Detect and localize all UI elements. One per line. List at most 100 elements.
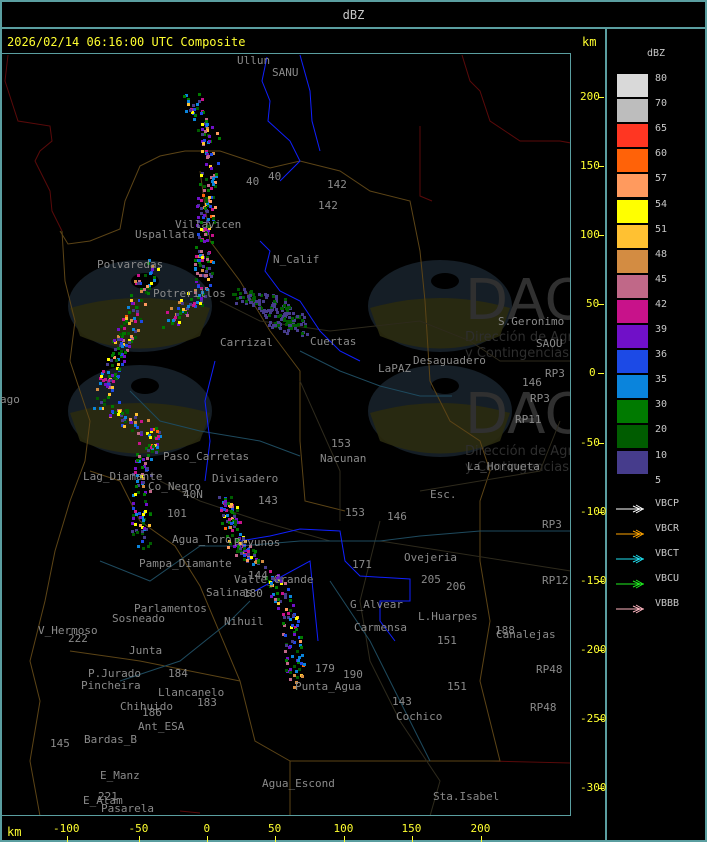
radar-echo [289, 678, 292, 681]
radar-echo [295, 628, 298, 631]
place-label: RP11 [515, 413, 542, 426]
radar-echo [277, 315, 280, 318]
radar-echo [292, 324, 295, 327]
international-border [4, 54, 63, 232]
radar-echo [204, 233, 207, 236]
radar-echo [300, 636, 303, 639]
place-label: RP3 [545, 367, 565, 380]
radar-echo [236, 509, 239, 512]
radar-echo [291, 317, 294, 320]
international-border [419, 126, 433, 202]
place-label: Potrerillos [153, 287, 226, 300]
x-tick-label: 50 [268, 822, 282, 835]
radar-echo [147, 454, 150, 457]
radar-echo [201, 128, 204, 131]
radar-echo [291, 640, 294, 643]
radar-legend-label: VBCU [655, 573, 680, 584]
radar-echo [242, 296, 245, 299]
place-label: 40 [268, 170, 282, 183]
radar-echo [205, 274, 208, 277]
place-label: RP3 [542, 518, 562, 531]
radar-echo [142, 547, 145, 550]
place-label: 183 [197, 696, 217, 709]
radar-echo [228, 518, 231, 521]
radar-echo [119, 333, 122, 336]
radar-echo [134, 493, 137, 496]
radar-echo [211, 208, 214, 211]
radar-echo [120, 325, 123, 328]
radar-echo [140, 320, 143, 323]
radar-echo [196, 301, 199, 304]
radar-echo [264, 310, 267, 313]
radar-echo [193, 302, 196, 305]
radar-echo [207, 189, 210, 192]
radar-echo [117, 347, 120, 350]
arrow-icon [616, 524, 646, 539]
radar-echo [201, 150, 204, 153]
radar-echo [224, 500, 227, 503]
radar-echo [201, 259, 204, 262]
radar-echo [155, 451, 158, 454]
radar-echo [275, 308, 278, 311]
place-label: 206 [446, 580, 466, 593]
radar-echo [127, 306, 130, 309]
watermark-logo [431, 273, 459, 289]
radar-echo [273, 303, 276, 306]
radar-echo [142, 513, 145, 516]
radar-echo [194, 263, 197, 266]
place-label: Nacunan [320, 452, 367, 465]
radar-echo [288, 312, 291, 315]
place-label: Ullun [237, 54, 271, 67]
radar-echo [230, 496, 233, 499]
radar-echo [137, 282, 140, 285]
radar-echo [211, 241, 214, 244]
radar-echo [134, 280, 137, 283]
radar-echo [237, 288, 240, 291]
place-label: Punta_Agua [295, 680, 362, 693]
legend-color-swatch [617, 124, 648, 148]
radar-echo [145, 503, 148, 506]
x-tick-mark [412, 836, 413, 842]
radar-echo [253, 554, 256, 557]
radar-echo [301, 313, 304, 316]
radar-echo [252, 293, 255, 296]
radar-echo [93, 407, 96, 410]
radar-echo [277, 598, 280, 601]
radar-echo [210, 275, 213, 278]
radar-echo [284, 596, 287, 599]
international-border [489, 760, 570, 764]
radar-echo [128, 345, 131, 348]
arrow-icon [616, 599, 646, 614]
place-label: 186 [142, 706, 162, 719]
radar-echo [122, 332, 125, 335]
place-label: Pampa_Diamante [139, 557, 232, 570]
radar-echo [197, 197, 200, 200]
radar-echo [149, 436, 152, 439]
place-label: Agua_Escond [262, 777, 335, 790]
radar-echo [196, 103, 199, 106]
place-label: Paso_Carretas [163, 450, 250, 463]
radar-echo [117, 338, 120, 341]
radar-echo [199, 183, 202, 186]
radar-echo [269, 321, 272, 324]
legend-value-label: 70 [655, 98, 668, 110]
place-label: 143 [392, 695, 412, 708]
radar-echo [189, 109, 192, 112]
x-tick-mark [67, 836, 68, 842]
radar-echo [230, 510, 233, 513]
radar-echo [124, 416, 127, 419]
radar-map[interactable]: DACCDirección de Agriculturay Contingenc… [0, 53, 571, 816]
radar-echo [236, 297, 239, 300]
place-label: N_Calif [273, 253, 320, 266]
radar-echo [207, 252, 210, 255]
radar-echo [277, 607, 280, 610]
radar-echo [136, 313, 139, 316]
radar-echo [236, 550, 239, 553]
x-tick-mark [481, 836, 482, 842]
radar-echo [301, 675, 304, 678]
place-label: 153 [331, 437, 351, 450]
radar-echo [134, 523, 137, 526]
radar-echo [144, 510, 147, 513]
radar-echo [194, 267, 197, 270]
place-label: Cochico [396, 710, 443, 723]
